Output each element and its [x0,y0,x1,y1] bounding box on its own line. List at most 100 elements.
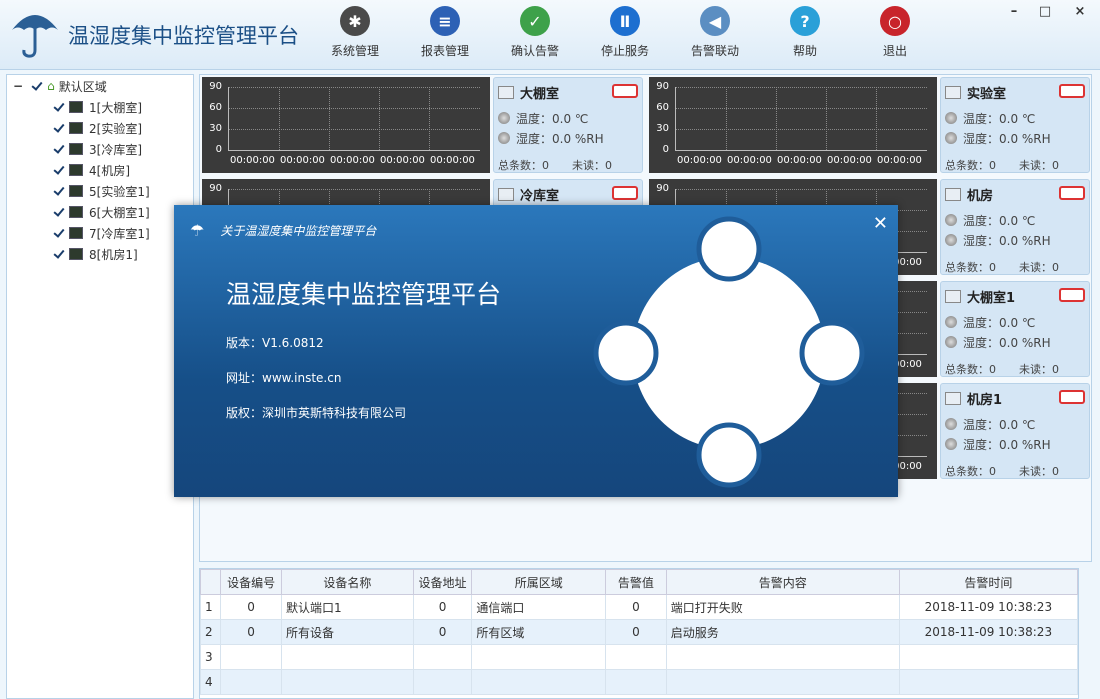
toolbar-button-2[interactable]: ✓ 确认告警 [496,4,574,59]
battery-icon [612,186,638,200]
hum-value: 湿度：0.0 %RH [963,437,1051,452]
y-tick-label: 90 [656,183,669,194]
hum-value: 湿度：0.0 %RH [963,131,1051,146]
table-cell [665,644,900,670]
table-row[interactable]: 2 0 所有设备 0 所有区域 0 启动服务 2018-11-09 10:38:23 [199,619,1079,645]
table-cell: 通信端口 [471,594,607,620]
about-copyright: 版权：深圳市英斯特科技有限公司 [226,406,407,420]
grid-line [726,87,727,150]
tree-item-label: 3[冷库室] [89,142,142,157]
alarm-header-cell[interactable]: 所属区域 [471,569,607,595]
table-cell [281,669,414,695]
device-icon [945,289,961,303]
checkbox-icon[interactable] [53,164,65,176]
checkbox-icon[interactable] [53,122,65,134]
toolbar-button-3[interactable]: Ⅱ 停止服务 [586,4,664,59]
battery-icon [612,84,638,98]
total-count: 总条数：0 [945,159,996,172]
about-close-button[interactable]: ✕ [873,213,888,234]
table-cell: 2018-11-09 10:38:23 [898,594,1079,620]
alarm-header-cell[interactable]: 告警时间 [898,569,1079,595]
alarm-header-cell[interactable]: 告警内容 [665,569,900,595]
alarm-header-cell[interactable]: 设备编号 [220,569,282,595]
total-count: 总条数：0 [945,363,996,376]
device-panel[interactable]: 大棚室1 温度：0.0 ℃ 湿度：0.0 %RH 总条数：0 未读：0 [940,281,1090,377]
title-bar: 温湿度集中监控管理平台 ✱ 系统管理 ≡ 报表管理 ✓ 确认告警 Ⅱ 停止服务 ◀ 告警联动? 帮助… [0,0,1100,70]
hum-row: 湿度：0.0 %RH [945,231,1051,249]
table-cell: 所有设备 [281,619,414,645]
alarm-header-cell[interactable]: 设备地址 [412,569,473,595]
alarm-header-cell[interactable]: 告警值 [605,569,667,595]
toolbar-button-4[interactable]: ◀ 告警联动 [676,4,754,59]
collapse-icon[interactable]: − [13,79,23,93]
checkbox-icon[interactable] [53,101,65,113]
monitor-icon [69,185,83,197]
home-icon: ⌂ [47,79,55,93]
checkbox-icon[interactable] [53,248,65,260]
checkbox-icon[interactable] [53,143,65,155]
thermometer-icon [498,112,510,124]
panel-header: 冷库室 [498,184,559,204]
checkbox-icon[interactable] [53,227,65,239]
checkbox-icon[interactable] [31,80,43,92]
table-cell [471,669,607,695]
table-cell [220,669,282,695]
table-row[interactable]: 4 [199,669,1079,695]
tree-item[interactable]: 2[实验室] [53,119,142,137]
alarm-header-cell[interactable]: 设备名称 [281,569,414,595]
close-button[interactable]: × [1070,4,1090,22]
grid-line [429,87,430,150]
toolbar-button-6[interactable]: ○ 退出 [856,4,934,59]
temp-value: 温度：0.0 ℃ [963,315,1036,330]
x-tick-label: 00:00:00 [430,155,475,166]
grid-line [676,189,927,190]
checkbox-icon[interactable] [53,206,65,218]
about-header-text: 关于温湿度集中监控管理平台 [220,224,377,238]
tree-item[interactable]: 6[大棚室1] [53,203,150,221]
minimize-button[interactable]: – [1004,4,1024,22]
x-tick-label: 00:00:00 [280,155,325,166]
chart-grid [228,87,480,151]
monitor-icon [69,227,83,239]
table-cell: 所有区域 [471,619,607,645]
table-cell: 启动服务 [665,619,900,645]
table-row[interactable]: 3 [199,644,1079,670]
tree-item[interactable]: 8[机房1] [53,245,138,263]
tree-item[interactable]: 1[大棚室] [53,98,142,116]
grid-line [676,87,927,88]
checkbox-icon[interactable] [53,185,65,197]
device-panel[interactable]: 机房1 温度：0.0 ℃ 湿度：0.0 %RH 总条数：0 未读：0 [940,383,1090,479]
hum-value: 湿度：0.0 %RH [963,335,1051,350]
hum-value: 湿度：0.0 %RH [963,233,1051,248]
tree-item[interactable]: 4[机房] [53,161,130,179]
unread-count: 未读：0 [1019,363,1059,376]
table-row[interactable]: 1 0 默认端口1 0 通信端口 0 端口打开失败 2018-11-09 10:38:23 [199,594,1079,620]
x-tick-label: 00:00:00 [727,155,772,166]
speaker-icon: ◀ [700,6,730,36]
table-cell [412,669,473,695]
maximize-button[interactable]: □ [1035,4,1055,22]
tree-item[interactable]: 7[冷库室1] [53,224,150,242]
total-count: 总条数：0 [945,261,996,274]
grid-line [229,87,480,88]
toolbar-button-1[interactable]: ≡ 报表管理 [406,4,484,59]
table-cell: 默认端口1 [281,594,414,620]
tree-root[interactable]: − ⌂ 默认区域 [13,77,107,95]
device-panel[interactable]: 实验室 温度：0.0 ℃ 湿度：0.0 %RH 总条数：0 未读：0 [940,77,1090,173]
tree-item[interactable]: 3[冷库室] [53,140,142,158]
device-panel[interactable]: 大棚室 温度：0.0 ℃ 湿度：0.0 %RH 总条数：0 未读：0 [493,77,643,173]
table-cell: 0 [605,619,667,645]
exit-icon: ○ [880,6,910,36]
grid-line [776,87,777,150]
toolbar-label: 停止服务 [600,44,649,58]
panel-title: 实验室 [967,86,1007,102]
temp-row: 温度：0.0 ℃ [945,313,1035,331]
panel-header: 大棚室 [498,82,559,102]
about-background-art [593,216,865,488]
toolbar-button-5[interactable]: ? 帮助 [766,4,844,59]
temp-row: 温度：0.0 ℃ [945,415,1035,433]
toolbar-button-0[interactable]: ✱ 系统管理 [316,4,394,59]
alarm-header-cell[interactable] [199,569,222,595]
device-panel[interactable]: 机房 温度：0.0 ℃ 湿度：0.0 %RH 总条数：0 未读：0 [940,179,1090,275]
tree-item[interactable]: 5[实验室1] [53,182,150,200]
